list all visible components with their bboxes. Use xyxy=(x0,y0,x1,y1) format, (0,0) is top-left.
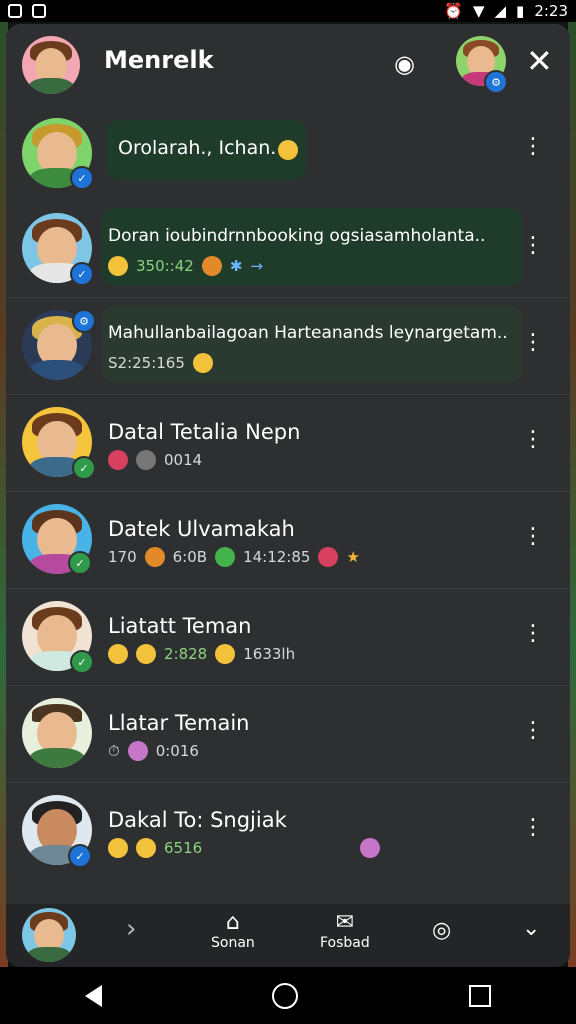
emoji-icon xyxy=(192,353,213,373)
avatar-badge-icon: ✓ xyxy=(72,456,96,480)
chat-meta: 2:828 xyxy=(164,645,208,663)
chat-row-3[interactable]: ⚙ Mahullanbailagoan Harteanands leynarge… xyxy=(6,297,570,395)
header: Menrelk ◉ ⚙ ✕ xyxy=(6,24,570,110)
profile-badge-icon: ⚙ xyxy=(484,70,508,94)
more-options-icon[interactable]: ⋮ xyxy=(522,134,544,159)
chat-time: 0:016 xyxy=(155,742,199,760)
chevron-down-icon[interactable]: ⌄ xyxy=(522,916,540,941)
chat-time: 6516 xyxy=(164,839,203,857)
emoji-icon xyxy=(108,838,128,858)
emoji-icon xyxy=(215,644,236,664)
star-icon: ★ xyxy=(346,548,360,566)
signal-icon: ◢ xyxy=(494,2,507,20)
avatar-badge-icon: ✓ xyxy=(70,262,94,286)
more-options-icon[interactable]: ⋮ xyxy=(522,427,544,452)
alarm-icon: ⏰ xyxy=(444,2,463,20)
emoji-icon xyxy=(108,450,128,470)
home-icon: ⌂ xyxy=(225,910,240,935)
header-title: Menrelk xyxy=(104,46,214,74)
back-button[interactable] xyxy=(85,984,103,1007)
emoji-icon xyxy=(108,644,128,664)
avatar-badge-icon: ⚙ xyxy=(72,309,96,333)
emoji-icon xyxy=(144,547,165,567)
tab-label: Fosbad xyxy=(320,935,370,951)
home-button[interactable] xyxy=(272,982,299,1009)
chat-name: Liatatt Teman xyxy=(108,614,252,638)
notification-icon xyxy=(8,4,22,18)
battery-icon: ▮ xyxy=(516,2,525,20)
chat-name: Datal Tetalia Nepn xyxy=(108,420,301,444)
chat-row-6[interactable]: ✓ Liatatt Teman 2:828 1633lh ⋮ xyxy=(6,588,570,686)
chat-subtitle: 350::42 ✱ → xyxy=(108,256,263,276)
emoji-icon xyxy=(215,547,236,567)
emoji-icon xyxy=(127,741,148,761)
chat-time: 1633lh xyxy=(243,645,296,663)
app-icon xyxy=(32,4,46,18)
chat-name: Dakal To: Sngjiak xyxy=(108,808,287,832)
more-options-icon[interactable]: ⋮ xyxy=(522,233,544,258)
more-options-icon[interactable]: ⋮ xyxy=(522,621,544,646)
chat-meta: 6:0B xyxy=(172,548,208,566)
emoji-icon xyxy=(318,547,339,567)
system-nav-bar xyxy=(0,967,576,1024)
close-icon[interactable]: ✕ xyxy=(526,42,553,80)
chat-preview: Orolarah., Ichan. xyxy=(118,137,277,159)
mail-icon: ✉ xyxy=(335,910,355,935)
emoji-icon xyxy=(278,140,298,160)
chat-time: 350::42 xyxy=(136,257,194,275)
emoji-icon xyxy=(108,256,128,276)
chat-row-8[interactable]: ✓ Dakal To: Sngjiak 6516 ⋮ xyxy=(6,782,570,892)
chat-name: Datek Ulvamakah xyxy=(108,517,295,541)
chat-meta: 170 xyxy=(108,548,137,566)
avatar xyxy=(22,698,92,768)
chevron-right-icon[interactable]: › xyxy=(126,914,136,944)
chat-time: 0014 xyxy=(164,451,203,469)
chat-row-2[interactable]: ✓ Doran ioubindrnnbooking ogsiasamholant… xyxy=(6,200,570,298)
arrow-icon: → xyxy=(250,257,263,275)
bottom-avatar[interactable] xyxy=(22,908,76,962)
chat-subtitle: 6516 xyxy=(108,838,381,858)
tab-sonan[interactable]: ⌂ Sonan xyxy=(211,910,255,951)
chat-row-7[interactable]: Llatar Temain ⏱ 0:016 ⋮ xyxy=(6,685,570,783)
chat-subtitle: 170 6:0B 14:12:85 ★ xyxy=(108,547,360,567)
chat-name: Doran ioubindrnnbooking ogsiasamholanta.… xyxy=(108,226,486,246)
wifi-icon: ▼ xyxy=(472,2,485,20)
chat-name: Llatar Temain xyxy=(108,711,250,735)
emoji-icon xyxy=(136,644,156,664)
chat-icon[interactable]: ◎ xyxy=(432,918,451,943)
clock: 2:23 xyxy=(534,2,568,20)
emoji-icon xyxy=(136,838,156,858)
avatar-badge-icon: ✓ xyxy=(68,551,92,575)
more-options-icon[interactable]: ⋮ xyxy=(522,330,544,355)
chat-subtitle: ⏱ 0:016 xyxy=(108,741,199,761)
status-bar: ⏰ ▼ ◢ ▮ 2:23 xyxy=(0,0,576,22)
tab-fosbad[interactable]: ✉ Fosbad xyxy=(320,910,370,951)
chat-subtitle: S2:25:165 xyxy=(108,353,213,373)
avatar-badge-icon: ✓ xyxy=(70,650,94,674)
chat-time: 14:12:85 xyxy=(243,548,311,566)
chat-row-5[interactable]: ✓ Datek Ulvamakah 170 6:0B 14:12:85 ★ ⋮ xyxy=(6,491,570,589)
chat-row-4[interactable]: ✓ Datal Tetalia Nepn 0014 ⋮ xyxy=(6,394,570,492)
emoji-icon xyxy=(136,450,156,470)
more-options-icon[interactable]: ⋮ xyxy=(522,815,544,840)
current-user-avatar[interactable] xyxy=(22,36,80,94)
recents-button[interactable] xyxy=(468,984,491,1007)
emoji-icon xyxy=(201,256,222,276)
chat-name: Mahullanbailagoan Harteanands leynargeta… xyxy=(108,323,508,343)
more-options-icon[interactable]: ⋮ xyxy=(522,524,544,549)
timer-icon: ⏱ xyxy=(108,742,120,760)
chat-time: S2:25:165 xyxy=(108,354,185,372)
chat-subtitle: 0014 xyxy=(108,450,202,470)
avatar-badge-icon: ✓ xyxy=(70,166,94,190)
star-icon: ✱ xyxy=(229,257,243,275)
camera-icon[interactable]: ◉ xyxy=(394,50,415,78)
tab-label: Sonan xyxy=(211,935,255,951)
bottom-toolbar: › ⌂ Sonan ✉ Fosbad ◎ ⌄ xyxy=(6,904,570,967)
avatar-badge-icon: ✓ xyxy=(68,844,92,868)
chat-list-panel: Menrelk ◉ ⚙ ✕ ✓ Orolarah., Ichan. ⋮ ✓ Do… xyxy=(6,24,570,967)
chat-row-1[interactable]: ✓ Orolarah., Ichan. ⋮ xyxy=(6,110,570,200)
more-options-icon[interactable]: ⋮ xyxy=(522,718,544,743)
emoji-icon xyxy=(360,838,381,858)
chat-subtitle: 2:828 1633lh xyxy=(108,644,295,664)
